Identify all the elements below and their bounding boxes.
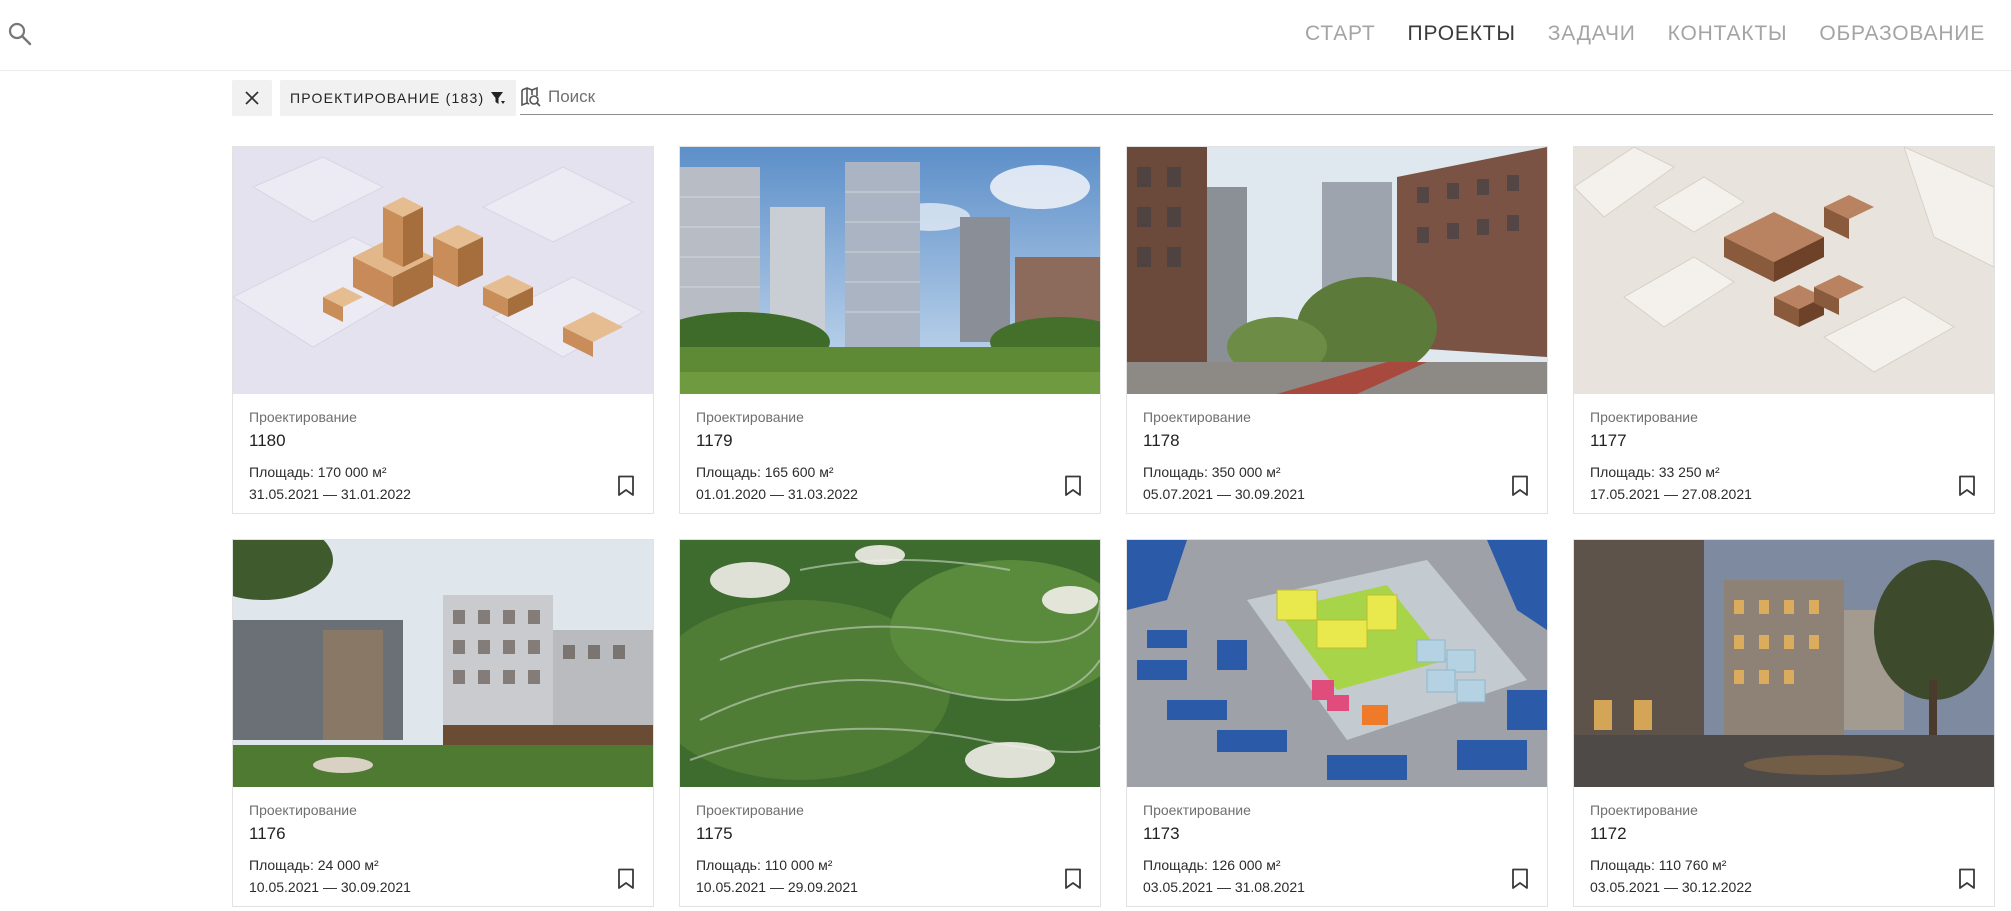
card-category: Проектирование [1143, 802, 1251, 818]
card-category: Проектирование [1590, 409, 1698, 425]
projects-grid: Проектирование 1180 Площадь: 170 000 м² … [232, 146, 1995, 907]
card-body: Проектирование 1178 Площадь: 350 000 м² … [1143, 409, 1531, 502]
bookmark-icon[interactable] [1958, 868, 1976, 890]
card-body: Проектирование 1177 Площадь: 33 250 м² 1… [1590, 409, 1978, 502]
top-header: СТАРТ ПРОЕКТЫ ЗАДАЧИ КОНТАКТЫ ОБРАЗОВАНИ… [0, 0, 2011, 71]
card-body: Проектирование 1172 Площадь: 110 760 м² … [1590, 802, 1978, 895]
card-dates: 17.05.2021 — 27.08.2021 [1590, 486, 1752, 502]
card-dates: 10.05.2021 — 29.09.2021 [696, 879, 858, 895]
project-card[interactable]: Проектирование 1180 Площадь: 170 000 м² … [232, 146, 654, 514]
project-image [680, 540, 1100, 787]
bookmark-icon[interactable] [617, 868, 635, 890]
project-image [233, 540, 653, 787]
bookmark-icon[interactable] [1958, 475, 1976, 497]
card-dates: 03.05.2021 — 31.08.2021 [1143, 879, 1305, 895]
filter-chip-design[interactable]: ПРОЕКТИРОВАНИЕ (183) [280, 80, 517, 116]
nav-item-education[interactable]: ОБРАЗОВАНИЕ [1819, 22, 1985, 46]
bookmark-icon[interactable] [1511, 475, 1529, 497]
search-field [520, 80, 1993, 115]
project-image [1127, 540, 1547, 787]
project-card[interactable]: Проектирование 1176 Площадь: 24 000 м² 1… [232, 539, 654, 907]
bookmark-icon[interactable] [617, 475, 635, 497]
project-card[interactable]: Проектирование 1179 Площадь: 165 600 м² … [679, 146, 1101, 514]
card-category: Проектирование [696, 409, 804, 425]
card-area: Площадь: 165 600 м² [696, 464, 834, 480]
bookmark-icon[interactable] [1511, 868, 1529, 890]
card-area: Площадь: 126 000 м² [1143, 857, 1281, 873]
card-body: Проектирование 1179 Площадь: 165 600 м² … [696, 409, 1084, 502]
card-body: Проектирование 1180 Площадь: 170 000 м² … [249, 409, 637, 502]
card-area: Площадь: 110 000 м² [696, 857, 833, 873]
card-category: Проектирование [1590, 802, 1698, 818]
card-category: Проектирование [249, 409, 357, 425]
project-card[interactable]: Проектирование 1178 Площадь: 350 000 м² … [1126, 146, 1548, 514]
card-number: 1176 [249, 824, 286, 843]
card-dates: 05.07.2021 — 30.09.2021 [1143, 486, 1305, 502]
search-input[interactable] [548, 87, 1948, 107]
nav-item-contacts[interactable]: КОНТАКТЫ [1668, 22, 1788, 46]
project-image [1574, 540, 1994, 787]
card-category: Проектирование [1143, 409, 1251, 425]
card-area: Площадь: 170 000 м² [249, 464, 387, 480]
project-image [1127, 147, 1547, 394]
card-dates: 31.05.2021 — 31.01.2022 [249, 486, 411, 502]
project-card[interactable]: Проектирование 1177 Площадь: 33 250 м² 1… [1573, 146, 1995, 514]
card-number: 1175 [696, 824, 733, 843]
filter-bar: ПРОЕКТИРОВАНИЕ (183) [232, 80, 1993, 116]
card-number: 1173 [1143, 824, 1180, 843]
card-number: 1180 [249, 431, 286, 450]
nav-item-start[interactable]: СТАРТ [1305, 22, 1376, 46]
card-category: Проектирование [249, 802, 357, 818]
card-dates: 01.01.2020 — 31.03.2022 [696, 486, 858, 502]
nav-item-projects[interactable]: ПРОЕКТЫ [1408, 22, 1516, 46]
card-dates: 10.05.2021 — 30.09.2021 [249, 879, 411, 895]
card-area: Площадь: 110 760 м² [1590, 857, 1727, 873]
card-dates: 03.05.2021 — 30.12.2022 [1590, 879, 1752, 895]
card-number: 1177 [1590, 431, 1627, 450]
map-search-icon[interactable] [520, 86, 542, 108]
card-body: Проектирование 1173 Площадь: 126 000 м² … [1143, 802, 1531, 895]
filter-chip-label: ПРОЕКТИРОВАНИЕ (183) [290, 90, 485, 106]
card-body: Проектирование 1175 Площадь: 110 000 м² … [696, 802, 1084, 895]
card-area: Площадь: 350 000 м² [1143, 464, 1281, 480]
project-image [680, 147, 1100, 394]
search-icon[interactable] [6, 20, 34, 48]
main-nav: СТАРТ ПРОЕКТЫ ЗАДАЧИ КОНТАКТЫ ОБРАЗОВАНИ… [1305, 22, 1985, 46]
card-area: Площадь: 33 250 м² [1590, 464, 1720, 480]
project-image [233, 147, 653, 394]
card-number: 1172 [1590, 824, 1627, 843]
project-card[interactable]: Проектирование 1172 Площадь: 110 760 м² … [1573, 539, 1995, 907]
project-card[interactable]: Проектирование 1173 Площадь: 126 000 м² … [1126, 539, 1548, 907]
card-number: 1179 [696, 431, 733, 450]
project-image [1574, 147, 1994, 394]
project-card[interactable]: Проектирование 1175 Площадь: 110 000 м² … [679, 539, 1101, 907]
bookmark-icon[interactable] [1064, 868, 1082, 890]
filter-icon [491, 92, 506, 104]
close-icon [245, 91, 259, 105]
nav-item-tasks[interactable]: ЗАДАЧИ [1548, 22, 1636, 46]
card-area: Площадь: 24 000 м² [249, 857, 379, 873]
card-number: 1178 [1143, 431, 1180, 450]
clear-filter-button[interactable] [232, 80, 272, 116]
card-body: Проектирование 1176 Площадь: 24 000 м² 1… [249, 802, 637, 895]
bookmark-icon[interactable] [1064, 475, 1082, 497]
card-category: Проектирование [696, 802, 804, 818]
